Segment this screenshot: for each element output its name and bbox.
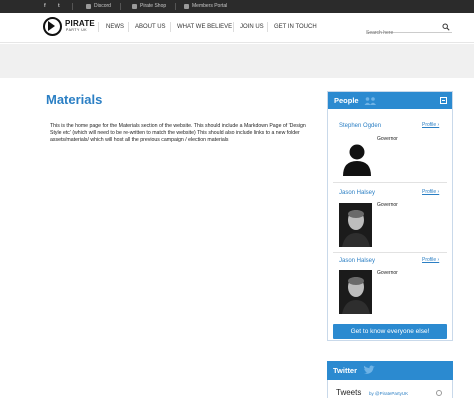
collapse-icon[interactable] <box>440 97 447 104</box>
profile-link[interactable]: Profile › <box>422 257 439 263</box>
tweets-label: Tweets <box>336 388 362 397</box>
people-panel-title: People <box>334 96 359 105</box>
person-card: Stephen Ogden Profile › Governor <box>328 109 452 184</box>
discord-link[interactable]: Discord <box>86 0 111 13</box>
shop-link[interactable]: Pirate Shop <box>132 0 166 13</box>
logo-subtitle: PARTY UK <box>66 28 88 32</box>
search-icon[interactable] <box>442 23 450 31</box>
nav-item-join[interactable]: JOIN US <box>240 24 264 30</box>
people-panel-header: People <box>328 92 452 109</box>
meet-everyone-button[interactable]: Get to know everyone else! <box>333 324 447 339</box>
people-icon <box>364 97 376 105</box>
facebook-label[interactable]: f <box>44 0 46 13</box>
person-name[interactable]: Stephen Ogden <box>339 123 381 129</box>
divider <box>72 3 73 10</box>
logo-sail-icon <box>48 21 55 31</box>
tweets-by-link[interactable]: by @PiratePartyUK <box>369 391 408 396</box>
info-icon[interactable] <box>436 390 442 396</box>
nav-item-about[interactable]: ABOUT US <box>135 24 166 30</box>
discord-label[interactable]: Discord <box>94 0 111 13</box>
person-role: Governor <box>377 136 398 142</box>
person-photo <box>339 203 372 247</box>
search-input[interactable] <box>366 27 438 39</box>
shop-icon <box>132 4 137 9</box>
top-bar: f t Discord Pirate Shop Members Portal <box>0 0 474 13</box>
members-icon <box>184 4 189 9</box>
person-card: Jason Halsey Profile › Governor <box>328 185 452 253</box>
twitter-panel-title: Twitter <box>333 366 358 375</box>
profile-link[interactable]: Profile › <box>422 122 439 128</box>
profile-link[interactable]: Profile › <box>422 189 439 195</box>
divider <box>175 3 176 10</box>
twitter-icon[interactable]: t <box>58 0 60 13</box>
nav-item-contact[interactable]: GET IN TOUCH <box>274 24 317 30</box>
twitter-bird-icon <box>363 365 375 374</box>
person-name[interactable]: Jason Halsey <box>339 258 375 264</box>
nav-item-news[interactable]: NEWS <box>106 24 124 30</box>
logo-name[interactable]: PIRATE <box>65 19 95 28</box>
divider <box>333 182 447 183</box>
divider <box>267 22 268 32</box>
divider <box>120 3 121 10</box>
avatar-placeholder-icon <box>343 144 371 176</box>
discord-icon <box>86 4 91 9</box>
person-photo <box>339 270 372 314</box>
divider <box>98 22 99 32</box>
people-panel: People Stephen Ogden Profile › Governor … <box>327 91 453 341</box>
page-title: Materials <box>46 92 103 107</box>
twitter-label[interactable]: t <box>58 0 60 13</box>
members-label[interactable]: Members Portal <box>192 0 227 13</box>
divider <box>128 22 129 32</box>
person-name[interactable]: Jason Halsey <box>339 190 375 196</box>
person-card: Jason Halsey Profile › Governor <box>328 253 452 321</box>
divider <box>233 22 234 32</box>
nav-item-beliefs[interactable]: WHAT WE BELIEVE <box>177 24 232 30</box>
members-link[interactable]: Members Portal <box>184 0 227 13</box>
divider <box>170 22 171 32</box>
person-role: Governor <box>377 270 398 276</box>
search-box <box>366 21 452 39</box>
person-role: Governor <box>377 202 398 208</box>
twitter-panel-header: Twitter <box>327 361 453 380</box>
hero-banner <box>0 44 474 78</box>
page-body-text: This is the home page for the Materials … <box>50 123 306 144</box>
facebook-icon[interactable]: f <box>44 0 46 13</box>
shop-label[interactable]: Pirate Shop <box>140 0 166 13</box>
